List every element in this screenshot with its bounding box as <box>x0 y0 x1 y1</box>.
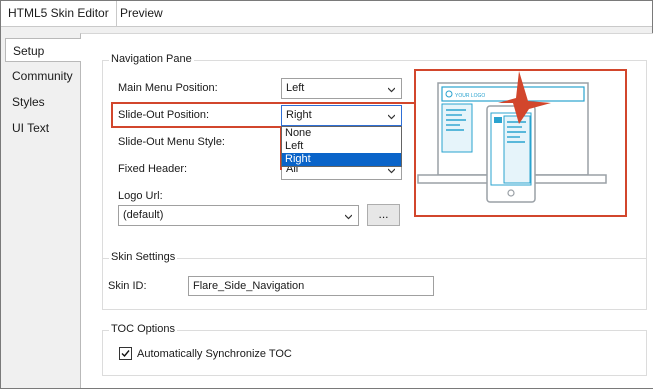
slide-out-position-select[interactable]: Right <box>281 105 402 126</box>
slide-out-option-left[interactable]: Left <box>282 140 401 153</box>
slide-out-position-dropdown: None Left Right <box>281 126 402 167</box>
skin-id-input[interactable]: Flare_Side_Navigation <box>188 276 434 296</box>
skin-editor-window: HTML5 Skin Editor Preview Setup Communit… <box>0 0 653 389</box>
sidebar-item-ui-text[interactable]: UI Text <box>5 116 81 140</box>
logo-url-select[interactable]: (default) <box>118 205 359 226</box>
tab-html5-skin-editor[interactable]: HTML5 Skin Editor <box>1 1 117 26</box>
illustration-logo-text: YOUR LOGO <box>455 93 485 99</box>
sidebar-item-community[interactable]: Community <box>5 64 81 88</box>
navigation-pane-title: Navigation Pane <box>109 53 194 65</box>
slide-out-preview-illustration: YOUR LOGO <box>417 71 607 203</box>
slide-out-position-label: Slide-Out Position: <box>118 109 210 121</box>
logo-url-value: (default) <box>123 209 164 221</box>
tab-preview[interactable]: Preview <box>113 1 170 26</box>
toc-options-title: TOC Options <box>109 323 177 335</box>
main-menu-position-label: Main Menu Position: <box>118 82 218 94</box>
callout-line-bottom <box>111 126 281 128</box>
editor-tab-bar: HTML5 Skin Editor Preview <box>1 1 652 27</box>
main-menu-position-select[interactable]: Left <box>281 78 402 99</box>
sidebar-item-styles[interactable]: Styles <box>5 90 81 114</box>
setup-panel: Navigation Pane Main Menu Position: Left… <box>80 33 653 388</box>
chevron-down-icon <box>388 168 395 174</box>
logo-url-label: Logo Url: <box>118 190 163 202</box>
sidebar-item-setup[interactable]: Setup <box>5 38 81 62</box>
slide-out-option-right[interactable]: Right <box>282 153 401 166</box>
auto-sync-toc-checkbox[interactable] <box>119 347 132 360</box>
chevron-down-icon <box>388 87 395 93</box>
skin-id-label: Skin ID: <box>108 280 147 292</box>
main-menu-position-value: Left <box>286 82 305 94</box>
skin-settings-title: Skin Settings <box>109 251 178 263</box>
fixed-header-label: Fixed Header: <box>118 163 188 175</box>
callout-line-top <box>111 102 416 104</box>
auto-sync-toc-label: Automatically Synchronize TOC <box>137 348 292 360</box>
chevron-down-icon <box>388 114 395 120</box>
chevron-down-icon <box>345 214 352 220</box>
browse-logo-button[interactable]: ... <box>367 204 400 226</box>
callout-line-left <box>111 102 113 128</box>
slide-out-position-value: Right <box>286 109 312 121</box>
checkmark-icon <box>121 350 130 358</box>
slide-out-option-none[interactable]: None <box>282 127 401 140</box>
slide-out-menu-style-label: Slide-Out Menu Style: <box>118 136 225 148</box>
skin-id-value: Flare_Side_Navigation <box>193 280 305 292</box>
